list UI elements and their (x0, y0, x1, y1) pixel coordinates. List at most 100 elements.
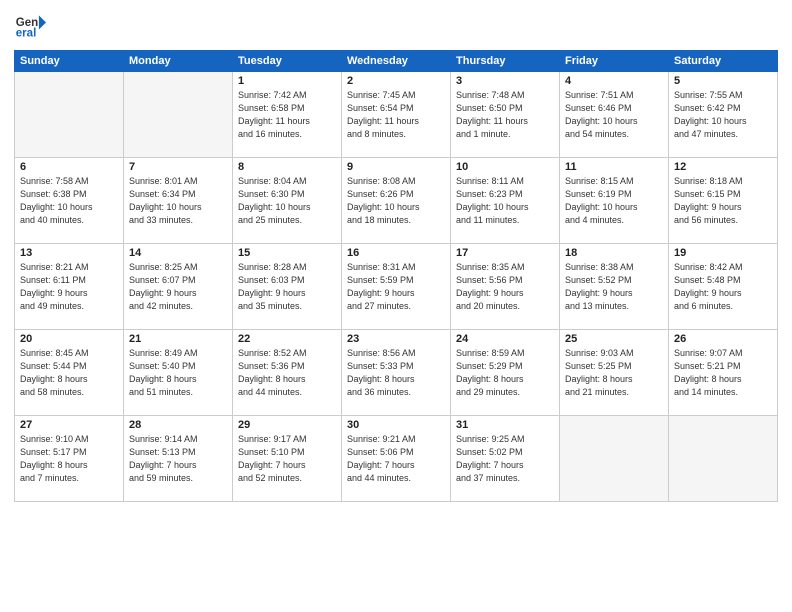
weekday-header: Saturday (669, 51, 778, 72)
day-number: 16 (347, 247, 445, 259)
calendar-cell: 14 Sunrise: 8:25 AM Sunset: 6:07 PM Dayli… (124, 244, 233, 330)
cell-info: Sunrise: 9:25 AM Sunset: 5:02 PM Dayligh… (456, 433, 554, 485)
calendar-cell (560, 416, 669, 502)
calendar-cell: 5 Sunrise: 7:55 AM Sunset: 6:42 PM Daylig… (669, 72, 778, 158)
calendar-cell: 12Sunrise: 8:18 AM Sunset: 6:15 PM Dayli… (669, 158, 778, 244)
calendar-cell: 15Sunrise: 8:28 AM Sunset: 6:03 PM Dayli… (233, 244, 342, 330)
day-number: 18 (565, 247, 663, 259)
calendar-cell: 21 Sunrise: 8:49 AM Sunset: 5:40 PM Dayli… (124, 330, 233, 416)
cell-info: Sunrise: 9:07 AM Sunset: 5:21 PM Dayligh… (674, 347, 772, 399)
calendar-week: 1Sunrise: 7:42 AM Sunset: 6:58 PM Daylig… (15, 72, 778, 158)
cell-info: Sunrise: 9:17 AM Sunset: 5:10 PM Dayligh… (238, 433, 336, 485)
cell-info: Sunrise: 8:31 AM Sunset: 5:59 PM Dayligh… (347, 261, 445, 313)
cell-info: Sunrise: 8:15 AM Sunset: 6:19 PM Dayligh… (565, 175, 663, 227)
day-number: 17 (456, 247, 554, 259)
calendar-cell: 30 Sunrise: 9:21 AM Sunset: 5:06 PM Dayli… (342, 416, 451, 502)
svg-text:eral: eral (16, 28, 37, 40)
calendar-cell: 10 Sunrise: 8:11 AM Sunset: 6:23 PM Dayli… (451, 158, 560, 244)
cell-info: Sunrise: 8:25 AM Sunset: 6:07 PM Dayligh… (129, 261, 227, 313)
calendar-cell (669, 416, 778, 502)
cell-info: Sunrise: 8:52 AM Sunset: 5:36 PM Dayligh… (238, 347, 336, 399)
logo: Gen eral (14, 10, 50, 42)
calendar-week: 20 Sunrise: 8:45 AM Sunset: 5:44 PM Dayli… (15, 330, 778, 416)
cell-info: Sunrise: 8:56 AM Sunset: 5:33 PM Dayligh… (347, 347, 445, 399)
cell-info: Sunrise: 8:11 AM Sunset: 6:23 PM Dayligh… (456, 175, 554, 227)
calendar-table: SundayMondayTuesdayWednesdayThursdayFrid… (14, 50, 778, 502)
calendar-cell: 17 Sunrise: 8:35 AM Sunset: 5:56 PM Dayli… (451, 244, 560, 330)
day-number: 30 (347, 419, 445, 431)
cell-info: Sunrise: 8:45 AM Sunset: 5:44 PM Dayligh… (20, 347, 118, 399)
cell-info: Sunrise: 7:45 AM Sunset: 6:54 PM Dayligh… (347, 89, 445, 141)
calendar-cell: 23 Sunrise: 8:56 AM Sunset: 5:33 PM Dayli… (342, 330, 451, 416)
day-number: 31 (456, 419, 554, 431)
day-number: 23 (347, 333, 445, 345)
day-number: 29 (238, 419, 336, 431)
calendar-cell: 18Sunrise: 8:38 AM Sunset: 5:52 PM Dayli… (560, 244, 669, 330)
day-number: 3 (456, 75, 554, 87)
page-header: Gen eral (14, 10, 778, 42)
calendar-cell: 9 Sunrise: 8:08 AM Sunset: 6:26 PM Daylig… (342, 158, 451, 244)
day-number: 24 (456, 333, 554, 345)
cell-info: Sunrise: 8:35 AM Sunset: 5:56 PM Dayligh… (456, 261, 554, 313)
day-number: 5 (674, 75, 772, 87)
calendar-cell: 24 Sunrise: 8:59 AM Sunset: 5:29 PM Dayli… (451, 330, 560, 416)
cell-info: Sunrise: 8:59 AM Sunset: 5:29 PM Dayligh… (456, 347, 554, 399)
calendar-cell: 28Sunrise: 9:14 AM Sunset: 5:13 PM Dayli… (124, 416, 233, 502)
weekday-header: Monday (124, 51, 233, 72)
cell-info: Sunrise: 8:04 AM Sunset: 6:30 PM Dayligh… (238, 175, 336, 227)
weekday-header: Thursday (451, 51, 560, 72)
calendar-cell: 7 Sunrise: 8:01 AM Sunset: 6:34 PM Daylig… (124, 158, 233, 244)
weekday-header: Wednesday (342, 51, 451, 72)
cell-info: Sunrise: 8:01 AM Sunset: 6:34 PM Dayligh… (129, 175, 227, 227)
calendar-cell: 3 Sunrise: 7:48 AM Sunset: 6:50 PM Daylig… (451, 72, 560, 158)
day-number: 9 (347, 161, 445, 173)
cell-info: Sunrise: 8:08 AM Sunset: 6:26 PM Dayligh… (347, 175, 445, 227)
cell-info: Sunrise: 7:58 AM Sunset: 6:38 PM Dayligh… (20, 175, 118, 227)
calendar-cell: 8 Sunrise: 8:04 AM Sunset: 6:30 PM Daylig… (233, 158, 342, 244)
logo-icon: Gen eral (14, 10, 46, 42)
calendar-cell: 25 Sunrise: 9:03 AM Sunset: 5:25 PM Dayli… (560, 330, 669, 416)
calendar-cell: 29 Sunrise: 9:17 AM Sunset: 5:10 PM Dayli… (233, 416, 342, 502)
calendar-week: 27Sunrise: 9:10 AM Sunset: 5:17 PM Dayli… (15, 416, 778, 502)
day-number: 8 (238, 161, 336, 173)
calendar-week: 13Sunrise: 8:21 AM Sunset: 6:11 PM Dayli… (15, 244, 778, 330)
cell-info: Sunrise: 8:18 AM Sunset: 6:15 PM Dayligh… (674, 175, 772, 227)
cell-info: Sunrise: 8:21 AM Sunset: 6:11 PM Dayligh… (20, 261, 118, 313)
calendar-cell: 26Sunrise: 9:07 AM Sunset: 5:21 PM Dayli… (669, 330, 778, 416)
day-number: 4 (565, 75, 663, 87)
day-number: 15 (238, 247, 336, 259)
cell-info: Sunrise: 9:21 AM Sunset: 5:06 PM Dayligh… (347, 433, 445, 485)
cell-info: Sunrise: 7:55 AM Sunset: 6:42 PM Dayligh… (674, 89, 772, 141)
calendar-cell (124, 72, 233, 158)
cell-info: Sunrise: 7:42 AM Sunset: 6:58 PM Dayligh… (238, 89, 336, 141)
day-number: 22 (238, 333, 336, 345)
cell-info: Sunrise: 9:03 AM Sunset: 5:25 PM Dayligh… (565, 347, 663, 399)
weekday-header: Tuesday (233, 51, 342, 72)
weekday-header: Sunday (15, 51, 124, 72)
calendar-cell: 31 Sunrise: 9:25 AM Sunset: 5:02 PM Dayli… (451, 416, 560, 502)
cell-info: Sunrise: 7:48 AM Sunset: 6:50 PM Dayligh… (456, 89, 554, 141)
calendar-cell: 16 Sunrise: 8:31 AM Sunset: 5:59 PM Dayli… (342, 244, 451, 330)
calendar-header: SundayMondayTuesdayWednesdayThursdayFrid… (15, 51, 778, 72)
day-number: 21 (129, 333, 227, 345)
day-number: 2 (347, 75, 445, 87)
calendar-cell: 13Sunrise: 8:21 AM Sunset: 6:11 PM Dayli… (15, 244, 124, 330)
day-number: 25 (565, 333, 663, 345)
calendar-cell: 1Sunrise: 7:42 AM Sunset: 6:58 PM Daylig… (233, 72, 342, 158)
calendar-cell: 19Sunrise: 8:42 AM Sunset: 5:48 PM Dayli… (669, 244, 778, 330)
calendar-cell: 11 Sunrise: 8:15 AM Sunset: 6:19 PM Dayli… (560, 158, 669, 244)
weekday-header: Friday (560, 51, 669, 72)
day-number: 10 (456, 161, 554, 173)
day-number: 14 (129, 247, 227, 259)
calendar-cell: 27Sunrise: 9:10 AM Sunset: 5:17 PM Dayli… (15, 416, 124, 502)
day-number: 20 (20, 333, 118, 345)
day-number: 6 (20, 161, 118, 173)
calendar-cell: 6 Sunrise: 7:58 AM Sunset: 6:38 PM Daylig… (15, 158, 124, 244)
day-number: 11 (565, 161, 663, 173)
cell-info: Sunrise: 8:49 AM Sunset: 5:40 PM Dayligh… (129, 347, 227, 399)
cell-info: Sunrise: 9:10 AM Sunset: 5:17 PM Dayligh… (20, 433, 118, 485)
calendar-week: 6 Sunrise: 7:58 AM Sunset: 6:38 PM Daylig… (15, 158, 778, 244)
day-number: 19 (674, 247, 772, 259)
cell-info: Sunrise: 7:51 AM Sunset: 6:46 PM Dayligh… (565, 89, 663, 141)
day-number: 7 (129, 161, 227, 173)
